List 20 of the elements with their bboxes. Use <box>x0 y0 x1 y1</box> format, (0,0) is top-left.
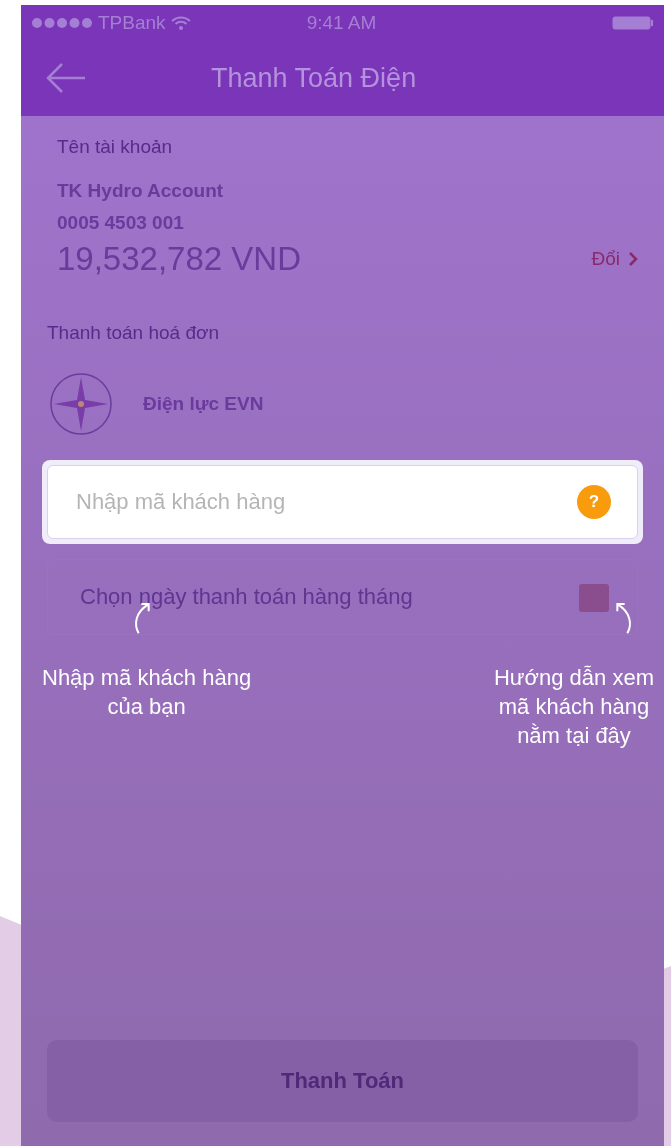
customer-code-field[interactable]: Nhập mã khách hàng ? <box>47 465 638 539</box>
curved-arrow-icon <box>614 601 634 635</box>
wifi-icon <box>170 15 191 30</box>
battery-icon <box>612 15 654 30</box>
help-button[interactable]: ? <box>577 485 611 519</box>
status-time: 9:41 AM <box>306 11 377 34</box>
star-logo-icon <box>49 372 113 436</box>
account-label: Tên tài khoản <box>57 136 174 158</box>
section-label: Thanh toán hoá đơn <box>47 322 220 344</box>
carrier-name: TPBank <box>98 11 166 34</box>
screen-title: Thanh Toán Điện <box>211 62 417 94</box>
hint-text: Hướng dẫn xem mã khách hàng nằm tại đây <box>494 664 654 750</box>
signal-icon <box>31 16 93 29</box>
chevron-right-icon <box>628 251 638 267</box>
change-account-link[interactable]: Đổi <box>591 248 638 270</box>
account-name: TK Hydro Account <box>57 180 225 202</box>
back-arrow-icon[interactable] <box>45 62 87 94</box>
hint-text: Nhập mã khách hàng của bạn <box>42 664 252 721</box>
account-number: 0005 4503 001 <box>57 212 185 234</box>
account-balance: 19,532,782 VND <box>57 240 301 278</box>
